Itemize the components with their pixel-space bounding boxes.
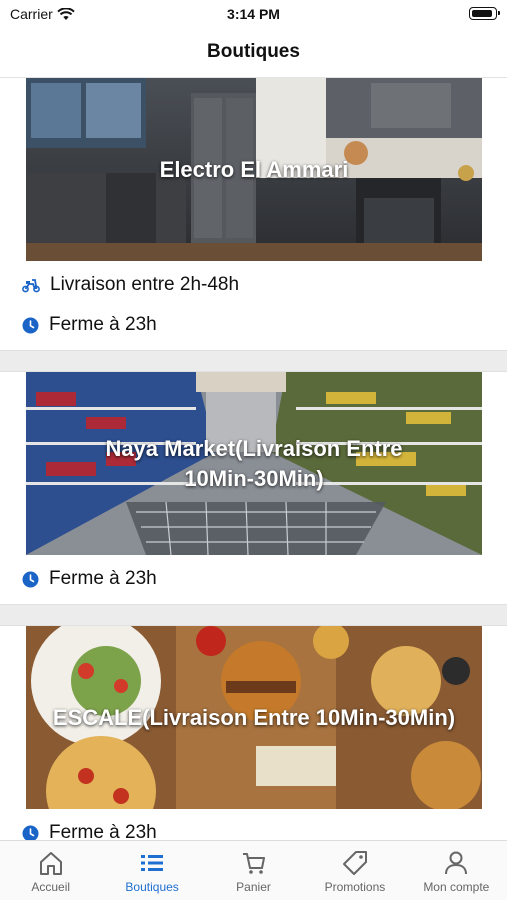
tab-label: Promotions	[324, 880, 386, 894]
hours-info: Ferme à 23h	[22, 314, 157, 336]
tab-promotions[interactable]: Promotions	[304, 841, 405, 900]
tab-label: Panier	[236, 880, 271, 894]
tab-accueil[interactable]: Accueil	[0, 841, 101, 900]
clock-icon	[22, 571, 39, 587]
page-title: Boutiques	[207, 41, 300, 62]
tab-bar: Accueil Boutiques Panier Promotions Mon …	[0, 840, 507, 900]
clock-icon	[22, 825, 39, 840]
shop-card-escale[interactable]: ESCALE(Livraison Entre 10Min-30Min) Ferm…	[0, 626, 507, 840]
clock-icon	[22, 317, 39, 333]
tab-boutiques[interactable]: Boutiques	[101, 841, 202, 900]
shop-card-electro[interactable]: Electro El Ammari Livraison entre 2h-48h…	[0, 78, 507, 348]
battery-icon	[469, 7, 500, 20]
tab-label: Accueil	[31, 880, 71, 894]
home-icon	[39, 852, 62, 875]
tag-icon	[342, 851, 367, 875]
tab-label: Mon compte	[423, 880, 490, 894]
clock: 3:14 PM	[227, 6, 280, 22]
user-icon	[445, 851, 468, 875]
list-icon	[141, 855, 164, 871]
divider	[0, 350, 507, 372]
scooter-icon	[22, 279, 40, 293]
delivery-info: Livraison entre 2h-48h	[22, 274, 239, 296]
shop-name: Naya Market(Livraison Entre 10Min-30Min)	[105, 435, 403, 491]
tab-mon-compte[interactable]: Mon compte	[406, 841, 507, 900]
shop-name: ESCALE(Livraison Entre 10Min-30Min)	[52, 704, 456, 730]
hours-info: Ferme à 23h	[22, 568, 157, 590]
nav-header: Boutiques	[0, 28, 507, 78]
hours-text: Ferme à 23h	[49, 822, 157, 840]
shop-card-naya[interactable]: Naya Market(Livraison Entre 10Min-30Min)…	[0, 372, 507, 602]
shop-image[interactable]: Electro El Ammari	[26, 78, 482, 261]
delivery-text: Livraison entre 2h-48h	[50, 274, 240, 295]
shop-list[interactable]: Electro El Ammari Livraison entre 2h-48h…	[0, 78, 507, 840]
tab-label: Boutiques	[125, 880, 179, 894]
cart-icon	[242, 853, 265, 874]
shop-name: Electro El Ammari	[159, 156, 349, 182]
status-bar: Carrier 3:14 PM	[0, 0, 507, 28]
hours-text: Ferme à 23h	[49, 314, 157, 335]
shop-image[interactable]: ESCALE(Livraison Entre 10Min-30Min)	[26, 626, 482, 809]
hours-info: Ferme à 23h	[22, 822, 157, 840]
hours-text: Ferme à 23h	[49, 568, 157, 589]
divider	[0, 604, 507, 626]
tab-panier[interactable]: Panier	[203, 841, 304, 900]
shop-image[interactable]: Naya Market(Livraison Entre 10Min-30Min)	[26, 372, 482, 555]
